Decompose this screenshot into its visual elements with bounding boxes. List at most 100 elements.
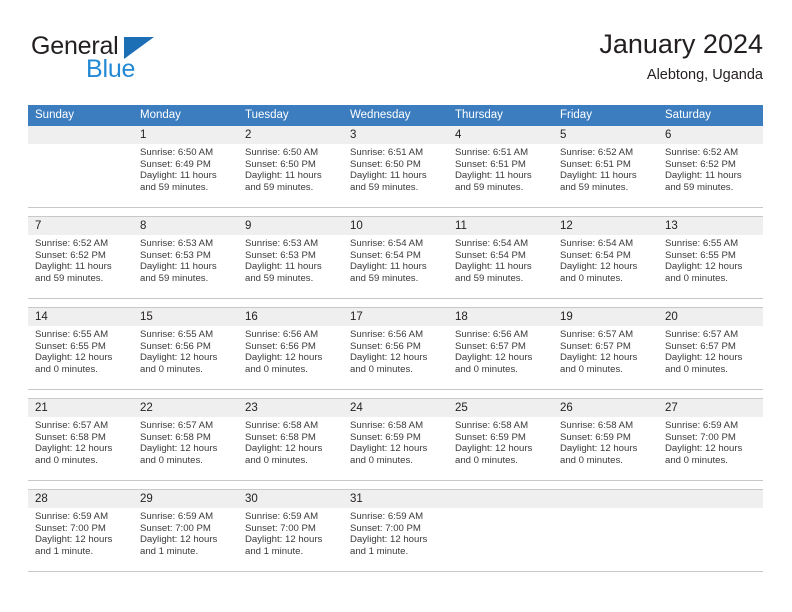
weekday-header-friday: Friday [560, 109, 592, 121]
sunset-text: Sunset: 6:54 PM [455, 249, 526, 261]
weekday-header-wednesday: Wednesday [350, 109, 411, 121]
day-sun-info: Sunrise: 6:58 AM Sunset: 6:59 PM Daylight:… [343, 417, 448, 467]
day-number: 15 [133, 308, 238, 326]
day-sun-info: Sunrise: 6:58 AM Sunset: 6:58 PM Daylight:… [238, 417, 343, 467]
daylight-text-line2: and 0 minutes. [35, 455, 98, 467]
sunrise-text: Sunrise: 6:57 AM [665, 329, 739, 340]
sunrise-text: Sunrise: 6:59 AM [665, 420, 739, 431]
calendar-day-cell[interactable]: 16 Sunrise: 6:56 AM Sunset: 6:56 PM Dayligh… [238, 308, 343, 389]
day-number: 22 [133, 399, 238, 417]
weekday-header-tuesday: Tuesday [245, 109, 289, 121]
daylight-text-line1: Daylight: 12 hours [665, 261, 743, 273]
sunset-text: Sunset: 7:00 PM [350, 522, 421, 534]
calendar-day-cell[interactable]: 22 Sunrise: 6:57 AM Sunset: 6:58 PM Dayligh… [133, 399, 238, 480]
calendar-day-cell[interactable]: 25 Sunrise: 6:58 AM Sunset: 6:59 PM Dayligh… [448, 399, 553, 480]
calendar-day-cell[interactable]: 30 Sunrise: 6:59 AM Sunset: 7:00 PM Dayligh… [238, 490, 343, 571]
calendar-day-cell[interactable]: 23 Sunrise: 6:58 AM Sunset: 6:58 PM Dayligh… [238, 399, 343, 480]
daylight-text-line1: Daylight: 12 hours [350, 443, 428, 455]
sunrise-text: Sunrise: 6:52 AM [35, 238, 109, 249]
daylight-text-line2: and 0 minutes. [455, 364, 518, 376]
sunset-text: Sunset: 6:57 PM [455, 340, 526, 352]
daylight-text-line1: Daylight: 11 hours [245, 261, 322, 273]
sunset-text: Sunset: 6:53 PM [245, 249, 316, 261]
day-number: 23 [238, 399, 343, 417]
day-number: 27 [658, 399, 763, 417]
calendar-week-row: 14 Sunrise: 6:55 AM Sunset: 6:55 PM Dayligh… [28, 307, 763, 390]
calendar-day-cell[interactable]: 11 Sunrise: 6:54 AM Sunset: 6:54 PM Dayligh… [448, 217, 553, 298]
daylight-text-line1: Daylight: 12 hours [560, 261, 638, 273]
calendar-day-cell[interactable]: 8 Sunrise: 6:53 AM Sunset: 6:53 PM Daylight… [133, 217, 238, 298]
daylight-text-line1: Daylight: 12 hours [35, 352, 113, 364]
day-number: 11 [448, 217, 553, 235]
calendar-day-cell[interactable]: 21 Sunrise: 6:57 AM Sunset: 6:58 PM Dayligh… [28, 399, 133, 480]
calendar-day-cell[interactable]: 28 Sunrise: 6:59 AM Sunset: 7:00 PM Dayligh… [28, 490, 133, 571]
calendar-day-cell[interactable]: 14 Sunrise: 6:55 AM Sunset: 6:55 PM Dayligh… [28, 308, 133, 389]
day-number: 21 [28, 399, 133, 417]
calendar-day-cell[interactable]: 13 Sunrise: 6:55 AM Sunset: 6:55 PM Dayligh… [658, 217, 763, 298]
calendar-day-cell[interactable]: 7 Sunrise: 6:52 AM Sunset: 6:52 PM Daylight… [28, 217, 133, 298]
sunrise-text: Sunrise: 6:58 AM [455, 420, 529, 431]
sunrise-text: Sunrise: 6:59 AM [350, 511, 424, 522]
daylight-text-line2: and 0 minutes. [350, 364, 413, 376]
day-number: 12 [553, 217, 658, 235]
sunset-text: Sunset: 6:59 PM [350, 431, 421, 443]
day-sun-info: Sunrise: 6:59 AM Sunset: 7:00 PM Daylight:… [28, 508, 133, 558]
calendar-day-cell[interactable]: 1 Sunrise: 6:50 AM Sunset: 6:49 PM Daylight… [133, 126, 238, 207]
sunrise-text: Sunrise: 6:56 AM [455, 329, 529, 340]
calendar-day-cell[interactable]: 29 Sunrise: 6:59 AM Sunset: 7:00 PM Dayligh… [133, 490, 238, 571]
weekday-header-sunday: Sunday [35, 109, 75, 121]
day-number: 5 [553, 126, 658, 144]
sunset-text: Sunset: 7:00 PM [245, 522, 316, 534]
day-number: 26 [553, 399, 658, 417]
sunset-text: Sunset: 6:59 PM [560, 431, 631, 443]
calendar-day-cell[interactable]: 9 Sunrise: 6:53 AM Sunset: 6:53 PM Daylight… [238, 217, 343, 298]
sunset-text: Sunset: 6:58 PM [140, 431, 211, 443]
day-sun-info: Sunrise: 6:54 AM Sunset: 6:54 PM Daylight:… [448, 235, 553, 285]
calendar-day-cell[interactable]: 6 Sunrise: 6:52 AM Sunset: 6:52 PM Daylight… [658, 126, 763, 207]
calendar-day-cell[interactable]: 18 Sunrise: 6:56 AM Sunset: 6:57 PM Dayligh… [448, 308, 553, 389]
daylight-text-line2: and 0 minutes. [560, 364, 623, 376]
sunset-text: Sunset: 6:49 PM [140, 158, 211, 170]
sunset-text: Sunset: 6:52 PM [35, 249, 106, 261]
calendar-day-cell[interactable]: 15 Sunrise: 6:55 AM Sunset: 6:56 PM Dayligh… [133, 308, 238, 389]
day-number: 3 [343, 126, 448, 144]
sunrise-text: Sunrise: 6:55 AM [35, 329, 109, 340]
sunrise-text: Sunrise: 6:57 AM [560, 329, 634, 340]
calendar-day-cell[interactable]: 17 Sunrise: 6:56 AM Sunset: 6:56 PM Dayligh… [343, 308, 448, 389]
calendar-day-cell[interactable]: 31 Sunrise: 6:59 AM Sunset: 7:00 PM Dayligh… [343, 490, 448, 571]
daylight-text-line2: and 59 minutes. [560, 182, 629, 194]
daylight-text-line1: Daylight: 12 hours [665, 352, 743, 364]
daylight-text-line2: and 0 minutes. [560, 273, 623, 285]
day-sun-info: Sunrise: 6:54 AM Sunset: 6:54 PM Daylight:… [553, 235, 658, 285]
calendar-day-cell[interactable]: 4 Sunrise: 6:51 AM Sunset: 6:51 PM Daylight… [448, 126, 553, 207]
day-sun-info: Sunrise: 6:53 AM Sunset: 6:53 PM Daylight:… [133, 235, 238, 285]
calendar-day-cell[interactable]: 2 Sunrise: 6:50 AM Sunset: 6:50 PM Daylight… [238, 126, 343, 207]
day-sun-info: Sunrise: 6:55 AM Sunset: 6:56 PM Daylight:… [133, 326, 238, 376]
sunrise-text: Sunrise: 6:57 AM [140, 420, 214, 431]
day-sun-info: Sunrise: 6:59 AM Sunset: 7:00 PM Daylight:… [133, 508, 238, 558]
daylight-text-line2: and 0 minutes. [245, 455, 308, 467]
sunset-text: Sunset: 6:59 PM [455, 431, 526, 443]
calendar-day-cell[interactable]: 10 Sunrise: 6:54 AM Sunset: 6:54 PM Dayligh… [343, 217, 448, 298]
general-blue-logo[interactable]: General Blue [28, 34, 258, 96]
calendar-grid: Sunday Monday Tuesday Wednesday Thursday… [28, 105, 763, 572]
daylight-text-line2: and 59 minutes. [245, 273, 314, 285]
calendar-day-cell[interactable]: 12 Sunrise: 6:54 AM Sunset: 6:54 PM Dayligh… [553, 217, 658, 298]
calendar-day-cell[interactable]: 5 Sunrise: 6:52 AM Sunset: 6:51 PM Daylight… [553, 126, 658, 207]
calendar-day-cell[interactable]: 3 Sunrise: 6:51 AM Sunset: 6:50 PM Daylight… [343, 126, 448, 207]
calendar-day-cell[interactable]: 27 Sunrise: 6:59 AM Sunset: 7:00 PM Dayligh… [658, 399, 763, 480]
day-number: 31 [343, 490, 448, 508]
calendar-day-cell[interactable]: 20 Sunrise: 6:57 AM Sunset: 6:57 PM Dayligh… [658, 308, 763, 389]
calendar-day-cell[interactable]: 19 Sunrise: 6:57 AM Sunset: 6:57 PM Dayligh… [553, 308, 658, 389]
day-number [448, 490, 553, 508]
day-number: 8 [133, 217, 238, 235]
daylight-text-line2: and 59 minutes. [350, 182, 419, 194]
day-sun-info: Sunrise: 6:54 AM Sunset: 6:54 PM Daylight:… [343, 235, 448, 285]
daylight-text-line2: and 1 minute. [140, 546, 199, 558]
daylight-text-line2: and 59 minutes. [35, 273, 104, 285]
calendar-day-cell[interactable]: 26 Sunrise: 6:58 AM Sunset: 6:59 PM Dayligh… [553, 399, 658, 480]
calendar-day-cell-empty [28, 126, 133, 207]
daylight-text-line1: Daylight: 12 hours [560, 352, 638, 364]
day-number: 6 [658, 126, 763, 144]
calendar-day-cell[interactable]: 24 Sunrise: 6:58 AM Sunset: 6:59 PM Dayligh… [343, 399, 448, 480]
